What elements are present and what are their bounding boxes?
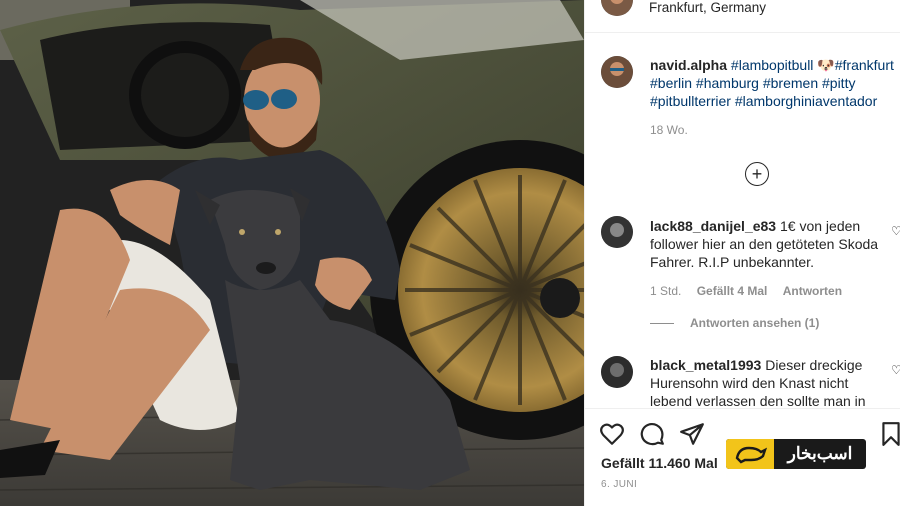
comment-icon[interactable] bbox=[639, 421, 665, 447]
heart-icon[interactable] bbox=[599, 421, 625, 447]
post-photo[interactable] bbox=[0, 0, 584, 506]
photo-illustration bbox=[0, 0, 584, 506]
post-caption: navid.alpha #lambopitbull 🐶#frankfurt #b… bbox=[650, 56, 900, 110]
comment-like-heart-icon[interactable]: ♡ bbox=[891, 363, 900, 377]
comment-like-heart-icon[interactable]: ♡ bbox=[891, 224, 900, 238]
comment-reply-button[interactable]: Antworten bbox=[783, 284, 842, 298]
watermark-logo: اسب‌بخار bbox=[726, 439, 866, 469]
comment-avatar[interactable] bbox=[601, 356, 633, 388]
share-icon[interactable] bbox=[679, 421, 705, 447]
replies-dash bbox=[650, 322, 674, 324]
caption-time[interactable]: 18 Wo. bbox=[650, 123, 688, 137]
logo-text: اسب‌بخار bbox=[787, 444, 853, 463]
caption-tags-line3[interactable]: #pitbullterrier #lamborghiniaventador bbox=[650, 92, 900, 110]
caption-tags-line1[interactable]: #lambopitbull 🐶#frankfurt bbox=[731, 57, 894, 73]
likes-count[interactable]: Gefällt 11.460 Mal bbox=[601, 455, 718, 471]
header-divider bbox=[585, 32, 900, 33]
owner-avatar[interactable] bbox=[601, 0, 633, 16]
post-location[interactable]: Frankfurt, Germany bbox=[649, 0, 766, 15]
caption-tags-line2[interactable]: #berlin #hamburg #bremen #pitty bbox=[650, 74, 900, 92]
view-replies-button[interactable]: Antworten ansehen (1) bbox=[650, 316, 819, 330]
horse-logo-icon bbox=[726, 439, 774, 469]
comment-username[interactable]: lack88_danijel_e83 bbox=[650, 218, 776, 234]
view-replies-label: Antworten ansehen (1) bbox=[690, 316, 820, 330]
comment-time[interactable]: 1 Std. bbox=[650, 284, 681, 298]
caption-avatar[interactable] bbox=[601, 56, 633, 88]
comment-avatar[interactable] bbox=[601, 216, 633, 248]
load-more-comments-button[interactable]: + bbox=[745, 162, 769, 186]
post-sidebar: Frankfurt, Germany navid.alpha #lambopit… bbox=[584, 0, 900, 506]
post-date[interactable]: 6. JUNI bbox=[601, 479, 637, 490]
comment-meta: 1 Std. Gefällt 4 Mal Antworten bbox=[650, 284, 854, 298]
comment: black_metal1993 Dieser dreckige Hurensoh… bbox=[650, 356, 890, 410]
comment: lack88_danijel_e83 1€ von jeden follower… bbox=[650, 217, 890, 271]
caption-username[interactable]: navid.alpha bbox=[650, 57, 727, 73]
plus-circle-icon: + bbox=[751, 164, 763, 184]
comment-likes[interactable]: Gefällt 4 Mal bbox=[697, 284, 768, 298]
comment-username[interactable]: black_metal1993 bbox=[650, 357, 761, 373]
bookmark-icon[interactable] bbox=[878, 421, 900, 447]
